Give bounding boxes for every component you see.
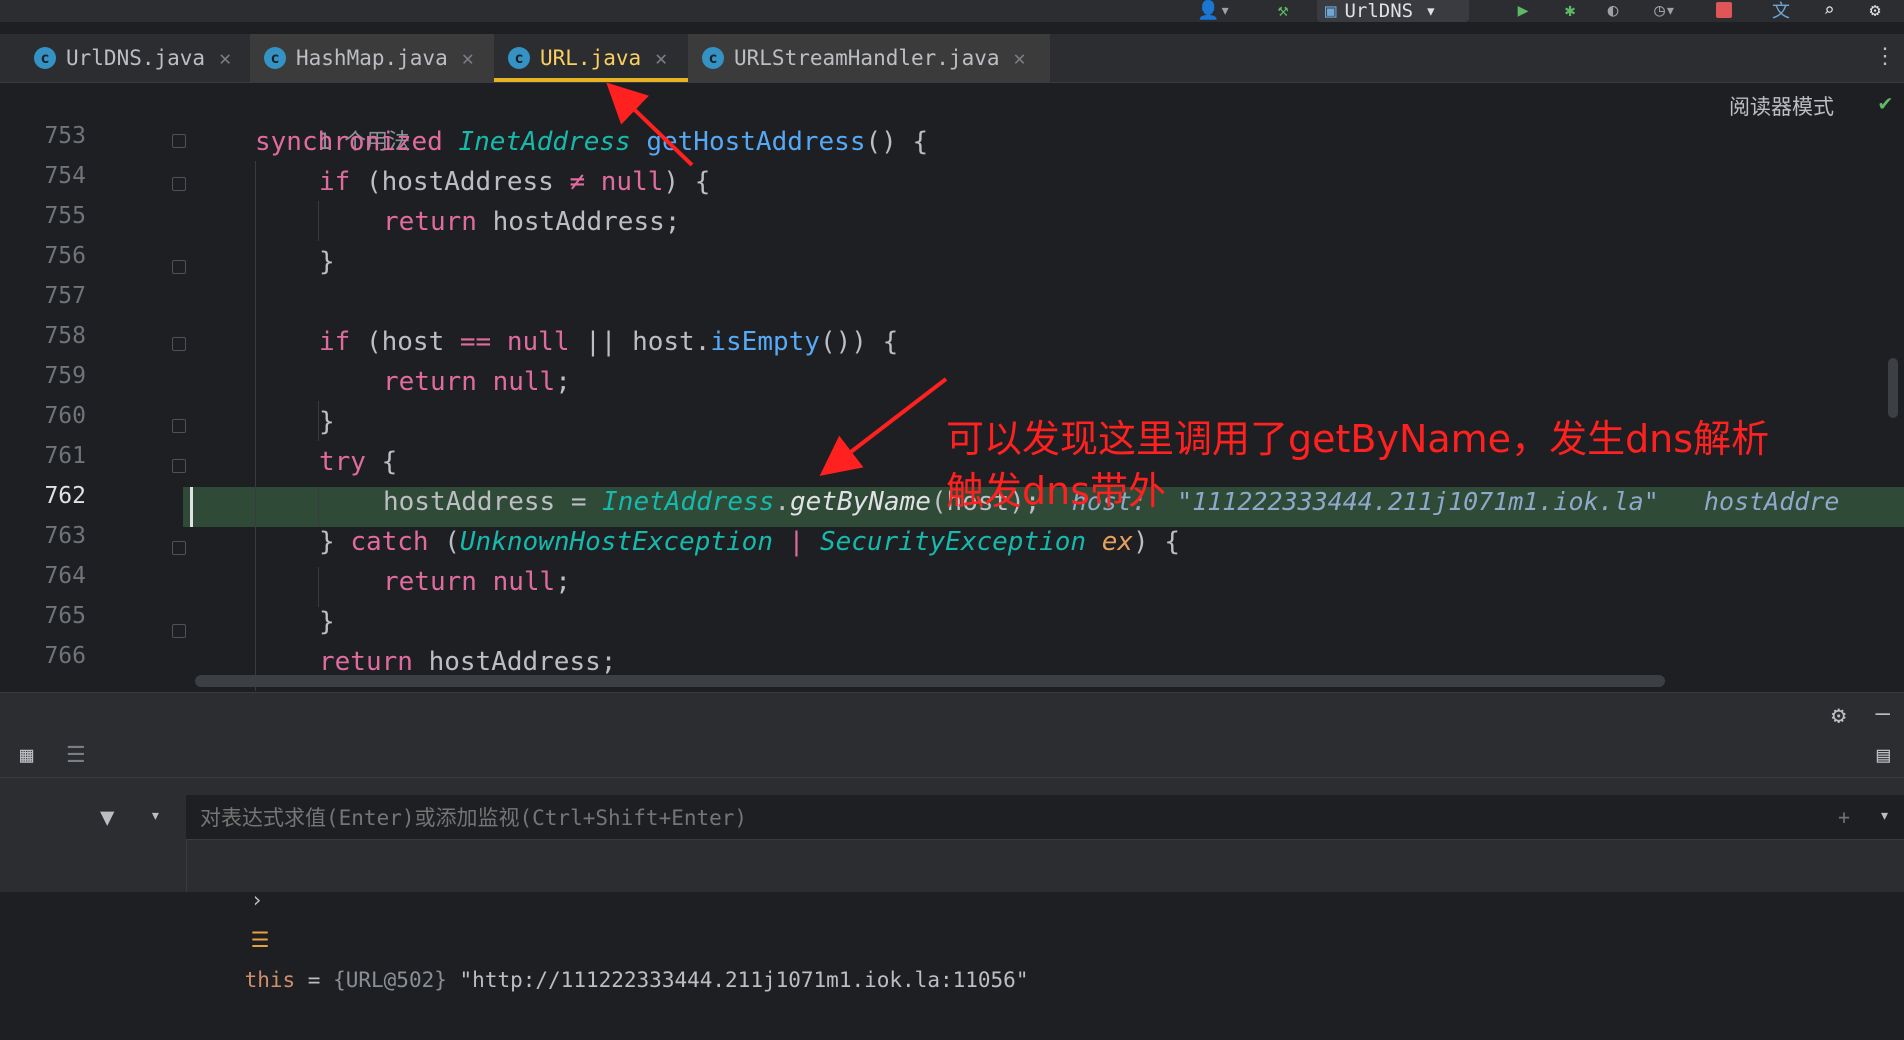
user-icon[interactable]: 👤▾ (1192, 0, 1236, 21)
build-hammer-icon[interactable]: ⚒ (1268, 0, 1298, 21)
close-icon[interactable]: ✕ (219, 46, 231, 70)
debug-panel: ⚙ — ▦ ☰ ▤ ▼ ▾ + ▾ › ☰ this = {URL@502} "… (0, 692, 1904, 992)
editor-tab-bar: c UrlDNS.java ✕ c HashMap.java ✕ c URL.j… (0, 34, 1904, 83)
variable-equals: = (295, 968, 334, 992)
variable-type: {URL@502} (333, 968, 447, 992)
settings-gear-icon[interactable]: ⚙ (1860, 0, 1890, 21)
more-tabs-icon[interactable]: ⋮ (1874, 44, 1896, 69)
chevron-down-icon: ▾ (1425, 0, 1437, 22)
debug-bug-icon[interactable]: ✱ (1555, 0, 1585, 21)
run-configuration-selector[interactable]: ▣ UrlDNS ▾ (1317, 0, 1469, 22)
tab-urlstreamhandler-java[interactable]: c URLStreamHandler.java ✕ (688, 34, 1050, 82)
tab-label: UrlDNS.java (66, 46, 206, 70)
java-class-icon: c (34, 47, 56, 69)
annotation-arrows (606, 83, 948, 476)
expand-chevron-icon[interactable]: › (251, 888, 264, 912)
minimize-icon[interactable]: — (1876, 699, 1890, 727)
evaluate-expression-bar: + ▾ (186, 795, 1904, 841)
arrow-to-getbyname (819, 377, 948, 476)
tab-label: URL.java (540, 46, 642, 70)
tab-label: URLStreamHandler.java (734, 46, 1000, 70)
tab-label: HashMap.java (296, 46, 448, 70)
tab-hashmap-java[interactable]: c HashMap.java ✕ (250, 34, 494, 82)
frames-filter-area: ▼ ▾ (0, 795, 187, 892)
chevron-down-icon[interactable]: ▾ (150, 805, 161, 826)
close-icon[interactable]: ✕ (1014, 46, 1026, 70)
chevron-down-icon[interactable]: ▾ (1879, 805, 1890, 826)
stop-icon[interactable] (1712, 0, 1736, 20)
code-editor[interactable]: 753 754 755 756 757 758 759 760 761 762 … (0, 83, 1904, 691)
run-config-icon: ▣ (1325, 0, 1337, 22)
add-watch-icon[interactable]: + (1838, 805, 1850, 829)
vertical-scrollbar[interactable] (1888, 358, 1898, 418)
threads-view-icon[interactable]: ☰ (66, 743, 86, 768)
variable-value: "http://111222333444.211j1071m1.iok.la:1… (446, 968, 1029, 992)
table-view-icon[interactable]: ▦ (20, 743, 33, 768)
variable-name: this (244, 968, 296, 992)
debug-panel-toolbar: ▦ ☰ ▤ (0, 737, 1904, 778)
coverage-icon[interactable]: ◐ (1598, 0, 1628, 21)
java-class-icon: c (702, 47, 724, 69)
layout-options-icon[interactable]: ▤ (1877, 743, 1890, 768)
variable-row-this[interactable]: › ☰ this = {URL@502} "http://11122233344… (186, 840, 1904, 992)
close-icon[interactable]: ✕ (655, 46, 667, 70)
java-class-icon: c (508, 47, 530, 69)
run-config-label: UrlDNS (1344, 0, 1414, 22)
field-icon: ☰ (250, 928, 270, 952)
arrow-to-url-tab (606, 83, 694, 167)
java-class-icon: c (264, 47, 286, 69)
settings-gear-icon[interactable]: ⚙ (1832, 701, 1846, 729)
filter-funnel-icon[interactable]: ▼ (100, 803, 114, 831)
close-icon[interactable]: ✕ (462, 46, 474, 70)
evaluate-expression-input[interactable] (186, 795, 1602, 841)
translate-icon[interactable]: 文 (1766, 0, 1796, 22)
search-icon[interactable]: ⌕ (1814, 0, 1844, 21)
horizontal-scrollbar[interactable] (195, 675, 1665, 687)
main-toolbar: 👤▾ ⚒ ▣ UrlDNS ▾ ▶ ✱ ◐ ◷▾ 文 ⌕ ⚙ (0, 0, 1904, 22)
profile-icon[interactable]: ◷▾ (1640, 0, 1690, 21)
tab-url-java[interactable]: c URL.java ✕ (494, 34, 688, 82)
run-icon[interactable]: ▶ (1508, 0, 1538, 21)
tab-urldns-java[interactable]: c UrlDNS.java ✕ (20, 34, 250, 82)
